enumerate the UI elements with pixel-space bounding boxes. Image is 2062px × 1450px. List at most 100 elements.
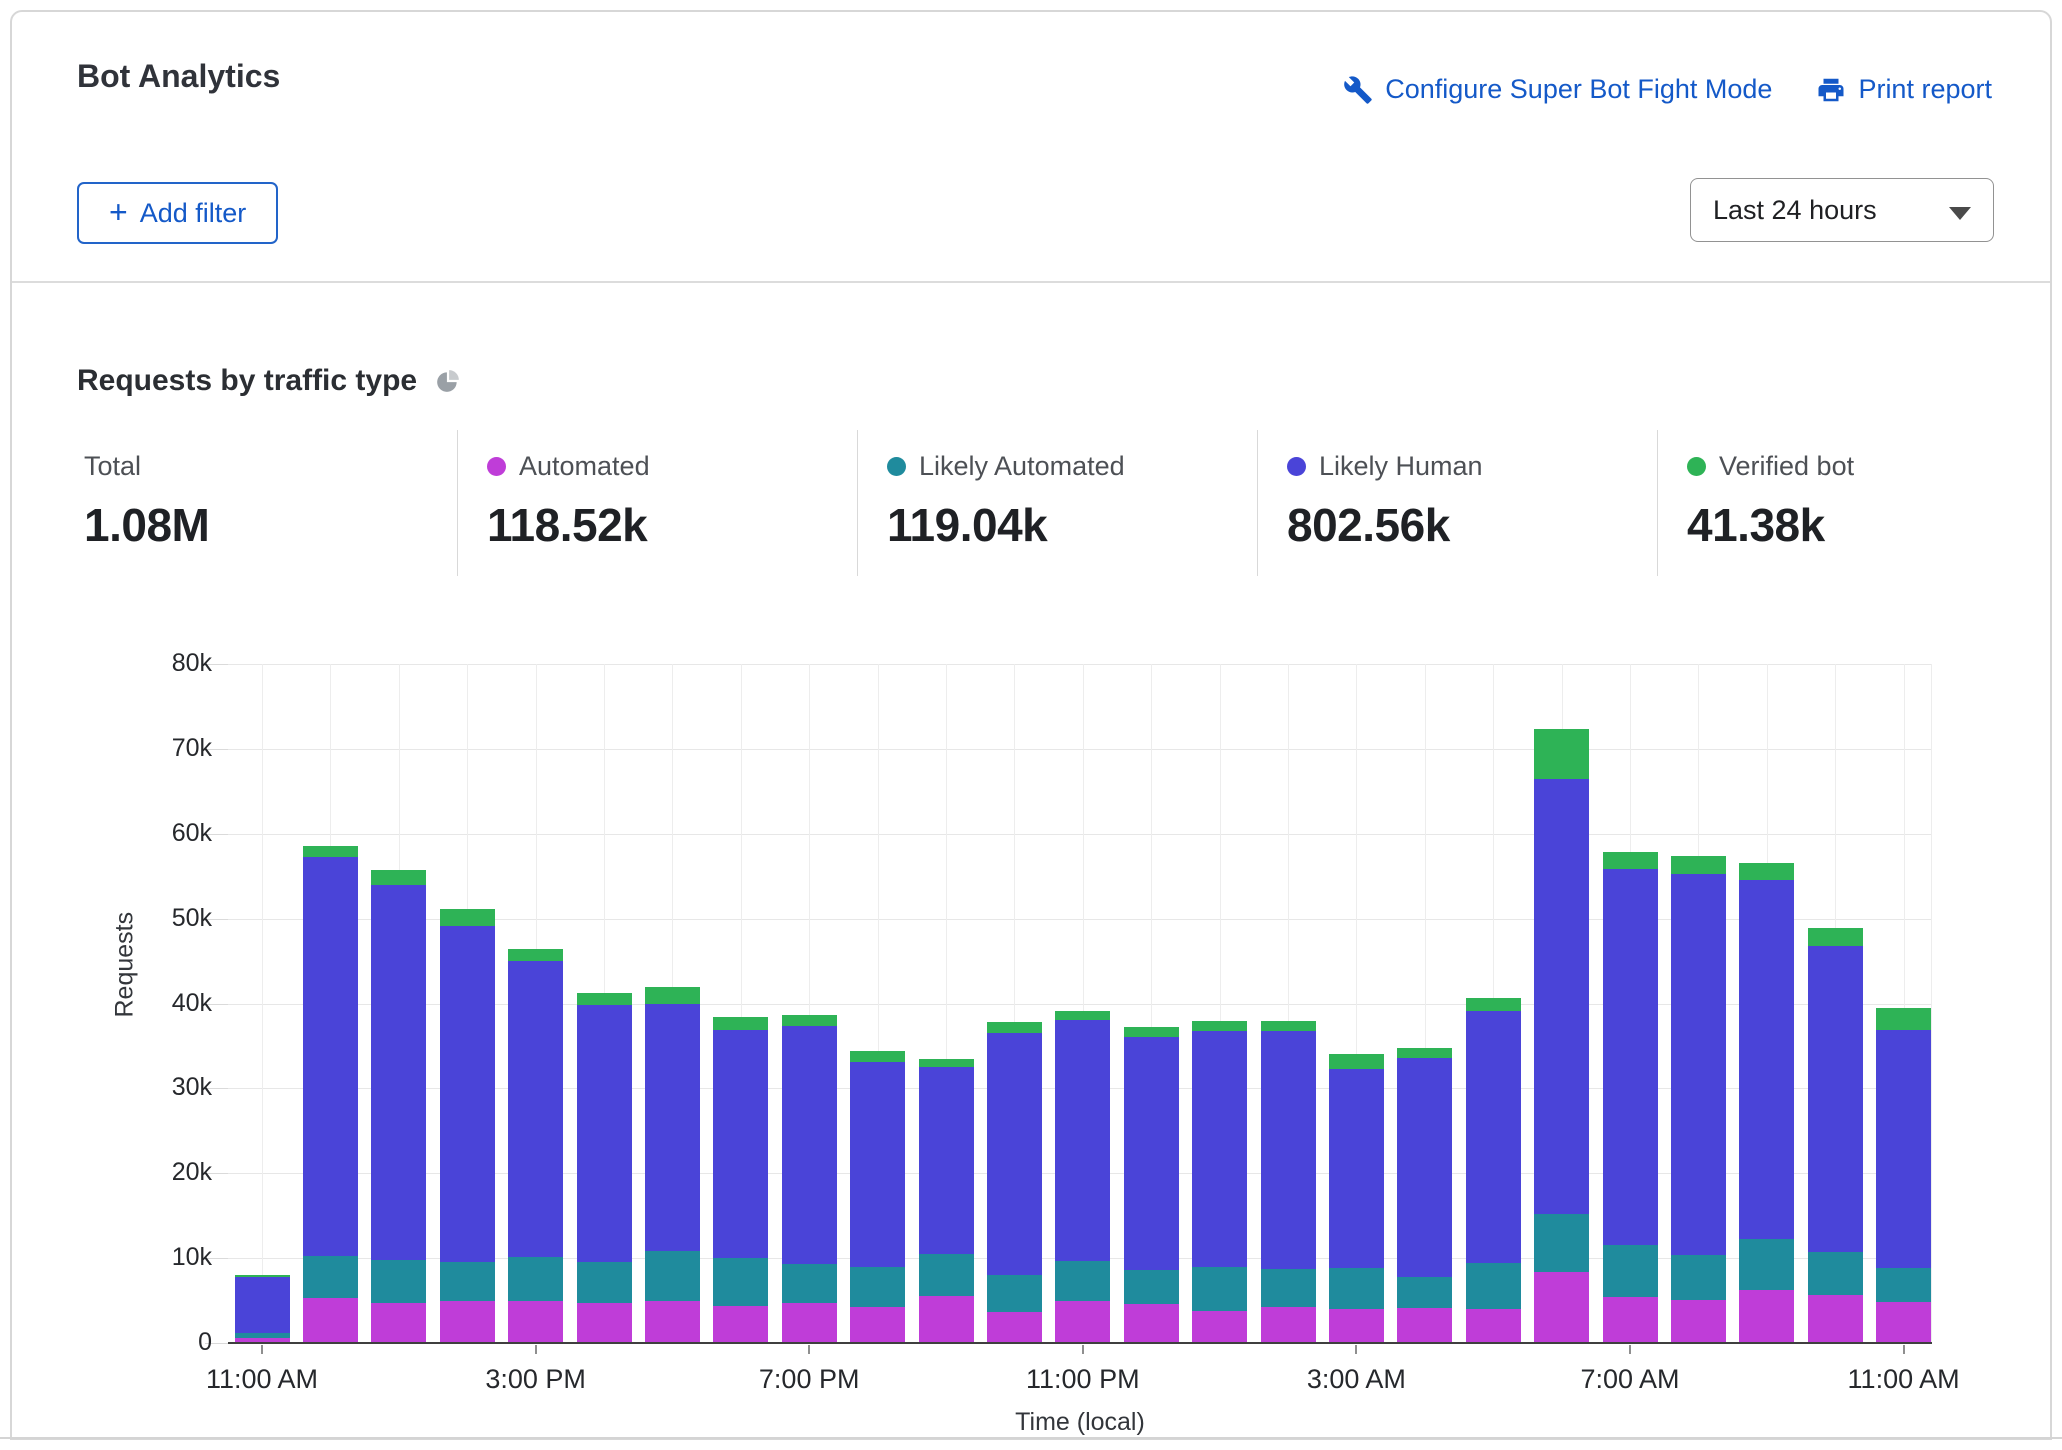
bar-7-00-am[interactable] — [1603, 852, 1658, 1343]
bar-12-00-am[interactable] — [1124, 1027, 1179, 1343]
segment-automated — [919, 1296, 974, 1343]
x-tick-label: 11:00 AM — [1814, 1364, 1994, 1395]
segment-likely-human — [987, 1033, 1042, 1275]
bar-11-00-pm[interactable] — [1055, 1011, 1110, 1343]
print-link-label: Print report — [1858, 74, 1992, 105]
bar-11-00-am[interactable] — [1876, 1008, 1931, 1343]
segment-likely-human — [1397, 1058, 1452, 1277]
segment-verified-bot — [1466, 998, 1521, 1011]
bar-2-00-pm[interactable] — [440, 909, 495, 1343]
bar-6-00-pm[interactable] — [713, 1017, 768, 1343]
bar-3-00-pm[interactable] — [508, 949, 563, 1343]
segment-verified-bot — [1192, 1021, 1247, 1031]
bar-1-00-pm[interactable] — [371, 870, 426, 1343]
segment-likely-human — [371, 885, 426, 1260]
y-tick-label: 10k — [132, 1243, 212, 1272]
bar-5-00-pm[interactable] — [645, 987, 700, 1343]
bar-8-00-am[interactable] — [1671, 856, 1726, 1343]
y-tick-label: 50k — [132, 904, 212, 933]
segment-automated — [1534, 1272, 1589, 1343]
segment-verified-bot — [1671, 856, 1726, 874]
bar-9-00-pm[interactable] — [919, 1059, 974, 1343]
bar-4-00-pm[interactable] — [577, 993, 632, 1344]
segment-likely-human — [713, 1030, 768, 1258]
stat-value: 802.56k — [1287, 498, 1483, 552]
y-tick-label: 70k — [132, 734, 212, 763]
bar-10-00-am[interactable] — [1808, 928, 1863, 1343]
stat-total: Total1.08M — [84, 436, 209, 552]
segment-likely-automated — [303, 1256, 358, 1298]
segment-likely-automated — [1466, 1263, 1521, 1309]
bot-analytics-card: Bot Analytics Configure Super Bot Fight … — [10, 10, 2052, 1440]
segment-likely-human — [440, 926, 495, 1261]
stat-label: Automated — [519, 451, 650, 482]
x-tick-label: 3:00 AM — [1266, 1364, 1446, 1395]
segment-verified-bot — [782, 1015, 837, 1027]
segment-verified-bot — [1876, 1008, 1931, 1030]
bar-2-00-am[interactable] — [1261, 1021, 1316, 1343]
segment-likely-automated — [850, 1267, 905, 1307]
bar-5-00-am[interactable] — [1466, 998, 1521, 1343]
header-divider — [12, 281, 2050, 283]
page-title: Bot Analytics — [77, 58, 280, 95]
bar-7-00-pm[interactable] — [782, 1015, 837, 1343]
print-report-link[interactable]: Print report — [1816, 74, 1992, 105]
bar-8-00-pm[interactable] — [850, 1051, 905, 1343]
segment-automated — [713, 1306, 768, 1343]
segment-likely-human — [235, 1277, 290, 1333]
configure-super-bot-fight-mode-link[interactable]: Configure Super Bot Fight Mode — [1343, 74, 1772, 105]
segment-likely-human — [508, 961, 563, 1257]
segment-likely-human — [1876, 1030, 1931, 1268]
segment-likely-automated — [782, 1264, 837, 1303]
legend-dot — [487, 457, 506, 476]
stat-verified-bot: Verified bot41.38k — [1687, 436, 1854, 552]
segment-verified-bot — [1397, 1048, 1452, 1058]
segment-likely-automated — [1603, 1245, 1658, 1297]
segment-likely-automated — [713, 1258, 768, 1306]
segment-likely-human — [1671, 874, 1726, 1255]
stat-value: 118.52k — [487, 498, 650, 552]
bar-10-00-pm[interactable] — [987, 1022, 1042, 1343]
segment-likely-automated — [1261, 1269, 1316, 1307]
bar-4-00-am[interactable] — [1397, 1048, 1452, 1343]
segment-verified-bot — [1261, 1021, 1316, 1031]
bar-1-00-am[interactable] — [1192, 1021, 1247, 1344]
segment-automated — [1055, 1301, 1110, 1343]
y-tick-label: 40k — [132, 989, 212, 1018]
segment-automated — [1876, 1302, 1931, 1343]
add-filter-button[interactable]: + Add filter — [77, 182, 278, 244]
stat-label: Likely Automated — [919, 451, 1125, 482]
segment-automated — [987, 1312, 1042, 1343]
segment-verified-bot — [1055, 1011, 1110, 1020]
segment-likely-human — [1739, 880, 1794, 1239]
segment-automated — [850, 1307, 905, 1343]
segment-likely-automated — [987, 1275, 1042, 1312]
segment-automated — [1603, 1297, 1658, 1343]
stat-likely-automated: Likely Automated119.04k — [887, 436, 1125, 552]
x-axis-title: Time (local) — [980, 1408, 1180, 1437]
segment-automated — [1739, 1290, 1794, 1343]
segment-likely-automated — [1808, 1252, 1863, 1294]
time-range-select[interactable]: Last 24 hours — [1690, 178, 1994, 242]
segment-likely-automated — [1671, 1255, 1726, 1300]
segment-automated — [440, 1301, 495, 1343]
segment-likely-automated — [1192, 1267, 1247, 1310]
segment-automated — [1124, 1304, 1179, 1343]
segment-likely-human — [1603, 869, 1658, 1246]
segment-likely-human — [1329, 1069, 1384, 1268]
x-tick-label: 11:00 AM — [172, 1364, 352, 1395]
gridline — [228, 664, 1932, 665]
segment-verified-bot — [919, 1059, 974, 1067]
segment-verified-bot — [577, 993, 632, 1006]
bar-6-00-am[interactable] — [1534, 729, 1589, 1343]
segment-likely-automated — [1124, 1270, 1179, 1304]
segment-verified-bot — [440, 909, 495, 926]
stat-likely-human: Likely Human802.56k — [1287, 436, 1483, 552]
y-tick-label: 20k — [132, 1158, 212, 1187]
segment-verified-bot — [987, 1022, 1042, 1033]
bar-3-00-am[interactable] — [1329, 1054, 1384, 1343]
gridline — [228, 834, 1932, 835]
bar-11-00-am[interactable] — [235, 1275, 290, 1343]
bar-12-00-pm[interactable] — [303, 846, 358, 1343]
bar-9-00-am[interactable] — [1739, 863, 1794, 1343]
